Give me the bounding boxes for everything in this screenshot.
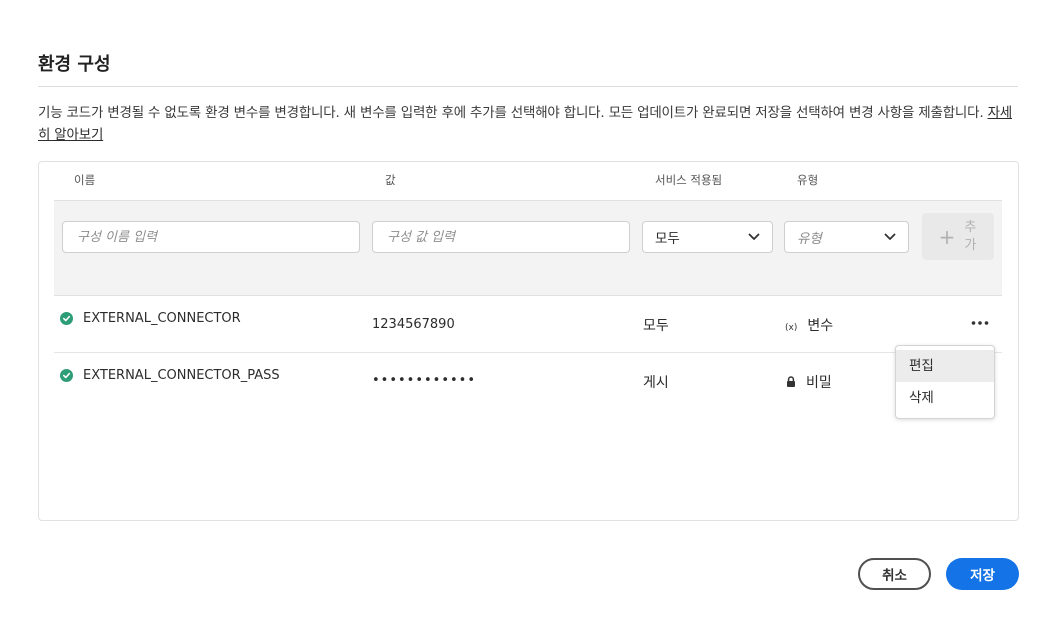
title-divider [38, 86, 1018, 87]
chevron-down-icon [748, 233, 760, 241]
variable-type-label: 변수 [807, 318, 834, 334]
lock-icon [786, 375, 796, 391]
variable-service: 모두 [643, 318, 669, 334]
menu-item-edit[interactable]: 편집 [896, 350, 994, 382]
variable-type: (x) 변수 [785, 315, 833, 335]
check-circle-icon [60, 312, 73, 325]
add-button[interactable]: + 추가 [922, 213, 994, 260]
variable-type-label: 비밀 [806, 375, 832, 391]
variable-value: 1234567890 [372, 317, 455, 332]
variable-name: EXTERNAL_CONNECTOR_PASS [83, 368, 280, 383]
variable-name: EXTERNAL_CONNECTOR [83, 311, 241, 326]
config-value-input[interactable] [372, 221, 630, 253]
type-select-placeholder: 유형 [797, 231, 822, 247]
cancel-button[interactable]: 취소 [858, 558, 931, 590]
row-context-menu: 편집 삭제 [895, 345, 995, 419]
column-header-service: 서비스 적용됨 [655, 173, 723, 187]
column-header-name: 이름 [74, 173, 96, 187]
variable-type: 비밀 [786, 372, 832, 392]
check-circle-icon [60, 369, 73, 382]
save-button[interactable]: 저장 [946, 558, 1019, 590]
plus-icon: + [938, 224, 956, 249]
menu-item-delete[interactable]: 삭제 [896, 382, 994, 414]
dialog-description: 기능 코드가 변경될 수 없도록 환경 변수를 변경합니다. 새 변수를 입력한… [38, 102, 1023, 146]
more-options-button[interactable] [968, 314, 992, 332]
variable-value: •••••••••••• [372, 373, 477, 388]
variable-icon: (x) [785, 323, 798, 333]
chevron-down-icon [884, 233, 896, 241]
variable-service: 게시 [643, 375, 669, 391]
row-divider [54, 352, 1002, 353]
more-horizontal-icon [971, 321, 989, 325]
add-button-label: 추가 [964, 219, 977, 253]
config-name-input[interactable] [62, 221, 360, 253]
service-select[interactable]: 모두 [642, 221, 773, 253]
column-header-value: 값 [385, 173, 396, 187]
service-select-value: 모두 [655, 231, 680, 247]
dialog-title: 환경 구성 [38, 54, 111, 75]
description-text: 기능 코드가 변경될 수 없도록 환경 변수를 변경합니다. 새 변수를 입력한… [38, 105, 984, 121]
type-select[interactable]: 유형 [784, 221, 909, 253]
column-header-type: 유형 [797, 173, 819, 187]
